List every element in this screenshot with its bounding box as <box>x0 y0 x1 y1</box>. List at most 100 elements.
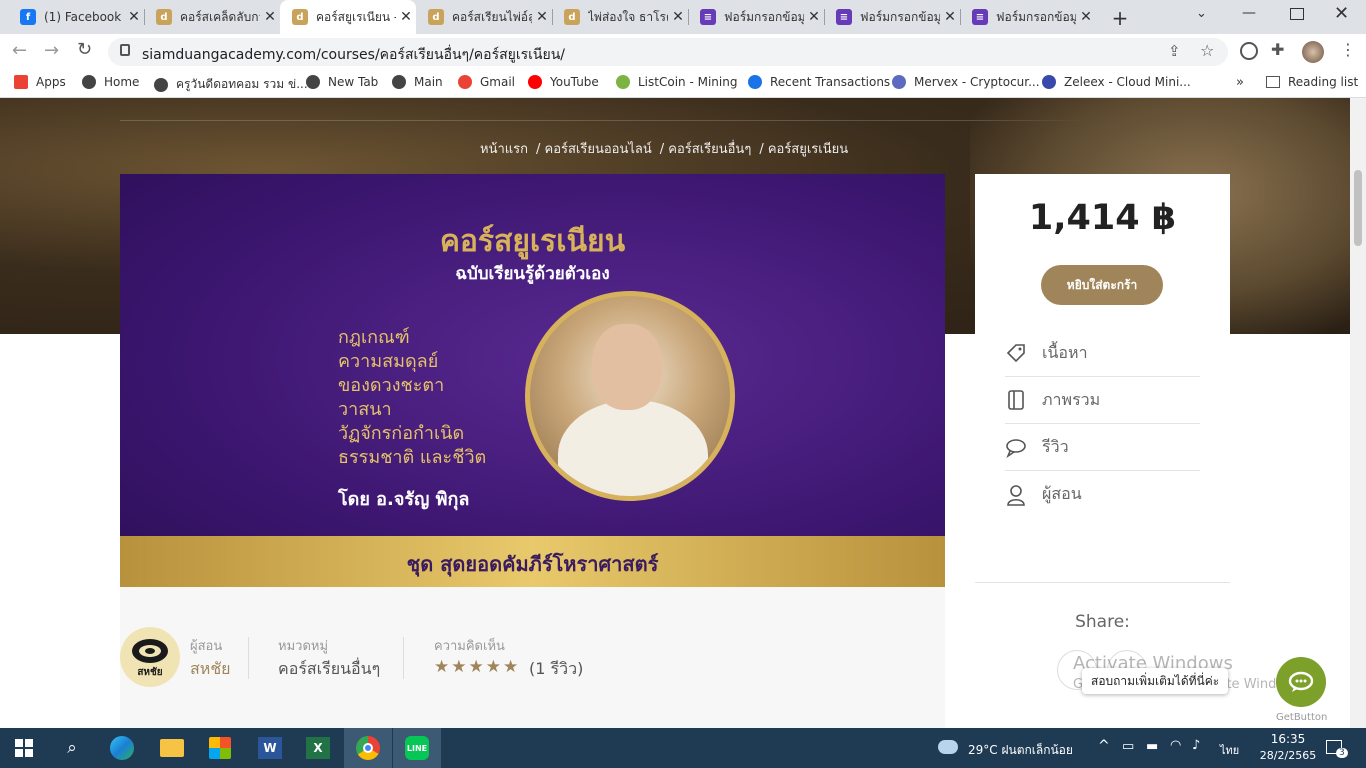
tab-close-icon[interactable]: ✕ <box>804 9 824 25</box>
new-tab-button[interactable]: + <box>1110 6 1130 30</box>
instructor-portrait <box>525 291 735 501</box>
line-taskbar-button[interactable]: LINE <box>393 728 441 768</box>
address-bar[interactable]: siamduangacademy.com/courses/คอร์สเรียนอ… <box>108 38 1228 66</box>
getbutton-brand[interactable]: GetButton <box>1276 712 1327 723</box>
chat-icon <box>1006 439 1026 458</box>
sidebar-item-overview[interactable]: ภาพรวม <box>1005 377 1200 424</box>
sidebar-item-instructor[interactable]: ผู้สอน <box>1005 471 1200 518</box>
tab-close-icon[interactable]: ✕ <box>260 9 280 25</box>
page-scrollbar[interactable] <box>1350 98 1366 728</box>
clock-date[interactable]: 28/2/2565 <box>1254 749 1322 762</box>
tab-close-icon[interactable]: ✕ <box>940 9 960 25</box>
instructor-name[interactable]: สหชัย <box>190 657 231 682</box>
instructor-logo: สหชัย <box>120 627 180 687</box>
file-explorer-icon[interactable] <box>158 734 186 762</box>
tab-search-chevron-icon[interactable]: ⌄ <box>1196 6 1216 21</box>
tab-close-icon[interactable]: ✕ <box>668 9 688 25</box>
bookmark-item[interactable]: YouTube <box>528 75 599 89</box>
academy-favicon: d <box>292 9 308 25</box>
browser-tab[interactable]: ≡ ฟอร์มกรอกข้อมู ✕ <box>960 0 1096 34</box>
volume-icon[interactable]: ♪ <box>1192 738 1200 753</box>
minimize-button[interactable]: — <box>1242 5 1262 21</box>
store-icon[interactable] <box>206 734 234 762</box>
bookmark-favicon-icon <box>392 75 406 89</box>
browser-tab[interactable]: d คอร์สเรียนไพ่อ์ลู ✕ <box>416 0 552 34</box>
portrait-face <box>592 324 662 410</box>
bookmark-item[interactable]: Zeleex - Cloud Mini... <box>1042 75 1191 89</box>
excel-icon[interactable]: X <box>304 734 332 762</box>
chat-button[interactable] <box>1276 657 1326 707</box>
browser-menu-icon[interactable]: ⋮ <box>1340 40 1356 59</box>
bookmark-item[interactable]: Gmail <box>458 75 515 89</box>
bookmark-favicon-icon <box>528 75 542 89</box>
browser-tab[interactable]: ≡ ฟอร์มกรอกข้อมู ✕ <box>824 0 960 34</box>
reload-button[interactable]: ↻ <box>77 39 92 60</box>
back-button[interactable]: ← <box>12 40 27 61</box>
scrollbar-thumb[interactable] <box>1354 170 1362 246</box>
bookmark-item[interactable]: ครูวันดีดอทคอม รวม ข่... <box>154 75 308 94</box>
reading-list-button[interactable]: Reading list <box>1266 75 1358 89</box>
browser-toolbar: ← → ↻ siamduangacademy.com/courses/คอร์ส… <box>0 34 1366 70</box>
tab-close-icon[interactable]: ✕ <box>124 9 144 25</box>
browser-tab[interactable]: ≡ ฟอร์มกรอกข้อมู ✕ <box>688 0 824 34</box>
browser-tab[interactable]: d คอร์สยูเรเนียน - ✕ <box>280 0 416 34</box>
sidebar-item-content[interactable]: เนื้อหา <box>1005 330 1200 377</box>
edge-icon[interactable] <box>108 734 136 762</box>
bookmark-item[interactable]: New Tab <box>306 75 378 89</box>
bookmark-item[interactable]: Mervex - Cryptocur... <box>892 75 1040 89</box>
share-page-icon[interactable]: ⇪ <box>1168 42 1181 60</box>
breadcrumb-home[interactable]: หน้าแรก <box>480 138 528 159</box>
category-label: หมวดหมู่ <box>278 639 329 654</box>
tab-title: ฟอร์มกรอกข้อมู <box>996 9 1076 24</box>
banner-topic: กฎเกณฑ์ <box>338 327 410 348</box>
word-icon[interactable]: W <box>256 734 284 762</box>
line-icon: LINE <box>405 736 429 760</box>
sidebar-item-label: ผู้สอน <box>1042 484 1082 503</box>
chat-prompt-label[interactable]: สอบถามเพิ่มเติมได้ที่นี่ค่ะ <box>1082 668 1229 694</box>
bookmark-item[interactable]: Home <box>82 75 139 89</box>
browser-tab[interactable]: d ไพ่ส่องใจ ธาโรต์ ✕ <box>552 0 688 34</box>
bookmark-label: ListCoin - Mining <box>638 75 738 89</box>
breadcrumb: หน้าแรก / คอร์สเรียนออนไลน์ / คอร์สเรียน… <box>480 138 848 159</box>
system-tray-chevron-icon[interactable]: ^ <box>1098 738 1110 754</box>
device-icon[interactable]: ▭ <box>1122 739 1134 754</box>
pinterest-extension-icon[interactable] <box>1240 42 1258 60</box>
bookmark-item[interactable]: Apps <box>14 75 66 89</box>
forward-button[interactable]: → <box>44 40 59 61</box>
browser-tab[interactable]: f (1) Facebook ✕ <box>8 0 144 34</box>
bookmark-star-icon[interactable]: ☆ <box>1200 41 1214 60</box>
category-value[interactable]: คอร์สเรียนอื่นๆ <box>278 657 380 682</box>
breadcrumb-online-courses[interactable]: / คอร์สเรียนออนไลน์ <box>536 138 652 159</box>
tab-close-icon[interactable]: ✕ <box>396 9 416 25</box>
bookmark-item[interactable]: Recent Transactions <box>748 75 890 89</box>
extensions-icon[interactable]: ✚ <box>1271 40 1284 59</box>
maximize-button[interactable] <box>1290 8 1304 20</box>
clock-time[interactable]: 16:35 <box>1266 732 1310 746</box>
search-icon[interactable]: ⌕ <box>58 734 86 762</box>
bookmarks-bar: Apps Home ครูวันดีดอทคอม รวม ข่... New Tab M… <box>0 70 1366 98</box>
weather-text[interactable]: 29°C ฝนตกเล็กน้อย <box>968 741 1073 760</box>
close-window-button[interactable]: ✕ <box>1334 3 1354 24</box>
add-to-cart-button[interactable]: หยิบใส่ตะกร้า <box>1041 265 1163 305</box>
sidebar-item-reviews[interactable]: รีวิว <box>1005 424 1200 471</box>
header-divider <box>120 120 1230 121</box>
tab-separator <box>144 9 145 25</box>
breadcrumb-other-courses[interactable]: / คอร์สเรียนอื่นๆ <box>660 138 752 159</box>
chrome-taskbar-button[interactable] <box>344 728 392 768</box>
more-bookmarks-button[interactable]: » <box>1236 75 1244 90</box>
tab-close-icon[interactable]: ✕ <box>532 9 552 25</box>
start-button[interactable] <box>10 734 38 762</box>
star-rating: ★ ★ ★ ★ ★ <box>434 657 518 677</box>
tab-title: คอร์สเรียนไพ่อ์ลู <box>452 9 532 24</box>
banner-topic: ธรรมชาติ และชีวิต <box>338 447 487 468</box>
star-icon: ★ <box>468 657 484 677</box>
profile-avatar[interactable] <box>1302 41 1324 63</box>
tab-close-icon[interactable]: ✕ <box>1076 9 1096 25</box>
battery-icon[interactable]: ▬ <box>1146 739 1158 754</box>
browser-tab[interactable]: d คอร์สเคล็ดลับกา ✕ <box>144 0 280 34</box>
language-indicator[interactable]: ไทย <box>1220 741 1239 759</box>
bookmark-item[interactable]: ListCoin - Mining <box>616 75 737 89</box>
url-text[interactable]: siamduangacademy.com/courses/คอร์สเรียนอ… <box>142 44 565 66</box>
bookmark-item[interactable]: Main <box>392 75 443 89</box>
wifi-icon[interactable]: ◠ <box>1170 738 1181 753</box>
